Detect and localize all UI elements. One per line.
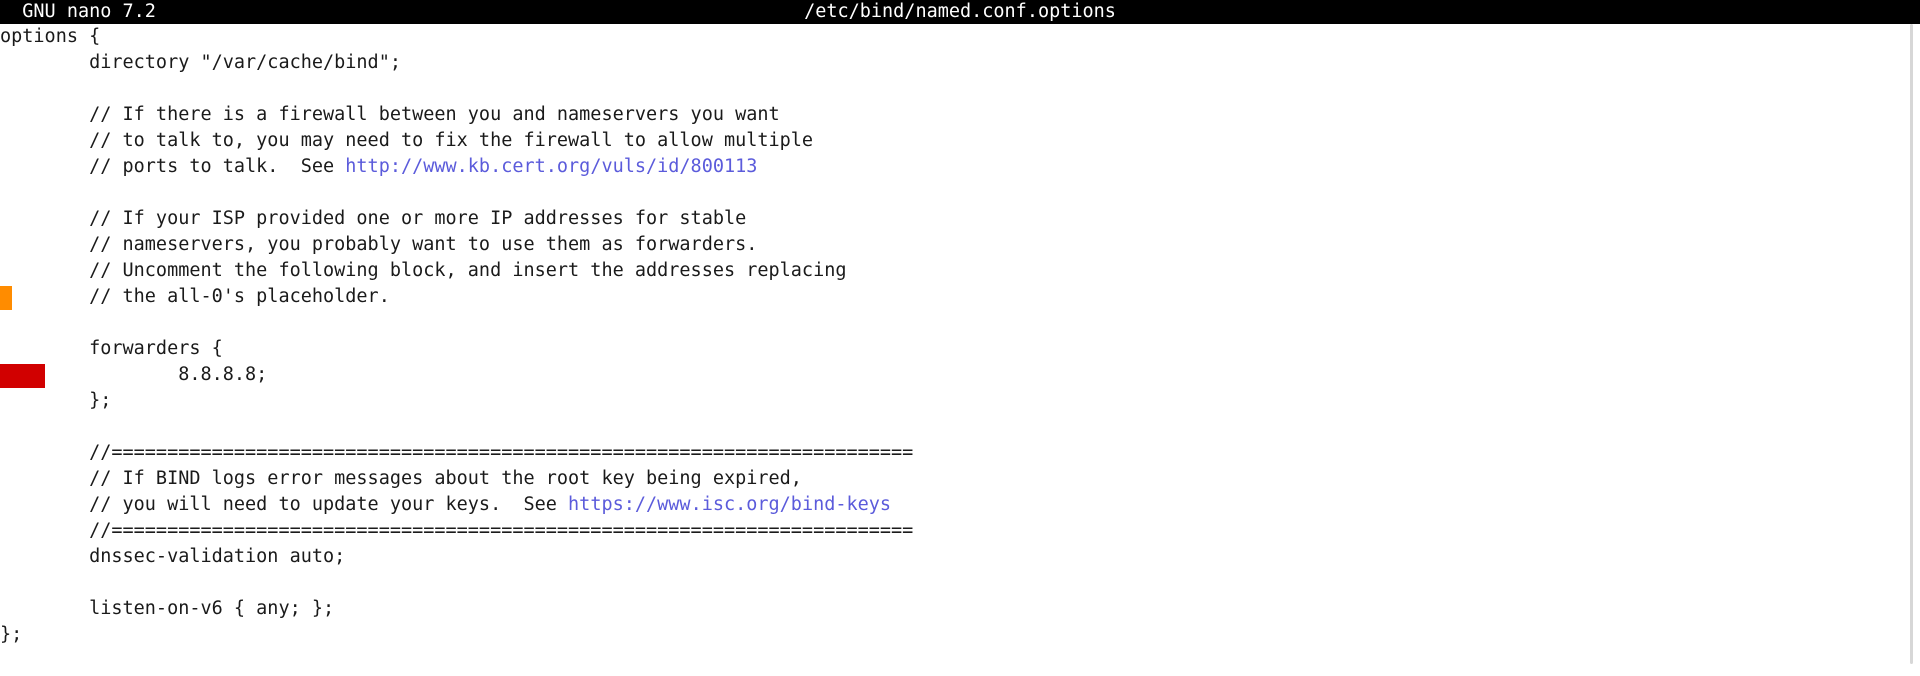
editor-line[interactable]: // If your ISP provided one or more IP a… [0, 206, 1902, 232]
line-text: //======================================… [0, 442, 914, 463]
editor-line[interactable] [0, 76, 1902, 102]
url-link[interactable]: http://www.kb.cert.org/vuls/id/800113 [345, 156, 757, 177]
editor-buffer[interactable]: options { directory "/var/cache/bind"; /… [0, 24, 1902, 676]
line-text: // to talk to, you may need to fix the f… [0, 130, 814, 151]
error-marker [0, 364, 45, 388]
scrollbar[interactable] [1902, 24, 1920, 676]
app-title: GNU nano 7.2 [22, 1, 156, 22]
editor-line[interactable]: // Uncomment the following block, and in… [0, 258, 1902, 284]
scrollbar-thumb[interactable] [1910, 24, 1913, 664]
editor-line[interactable]: }; [0, 622, 1902, 648]
editor-line[interactable]: 8.8.8.8; [0, 362, 1902, 388]
line-text: // If your ISP provided one or more IP a… [0, 208, 747, 229]
line-text: forwarders { [0, 338, 223, 359]
editor-line[interactable] [0, 570, 1902, 596]
line-text: // Uncomment the following block, and in… [0, 260, 847, 281]
url-link[interactable]: https://www.isc.org/bind-keys [568, 494, 891, 515]
editor-line[interactable] [0, 310, 1902, 336]
editor-line[interactable]: // you will need to update your keys. Se… [0, 492, 1902, 518]
editor-line[interactable]: options { [0, 24, 1902, 50]
editor-line[interactable]: // If BIND logs error messages about the… [0, 466, 1902, 492]
title-bar: /etc/bind/named.conf.options GNU nano 7.… [0, 0, 1920, 24]
editor-line[interactable]: }; [0, 388, 1902, 414]
line-text: }; [0, 390, 112, 411]
editor-line[interactable] [0, 414, 1902, 440]
editor-line[interactable]: // nameservers, you probably want to use… [0, 232, 1902, 258]
line-text: dnssec-validation auto; [0, 546, 346, 567]
file-name: /etc/bind/named.conf.options [804, 1, 1116, 22]
app-version: GNU nano 7.2 [0, 0, 156, 24]
line-text: // nameservers, you probably want to use… [0, 234, 758, 255]
editor-line[interactable] [0, 180, 1902, 206]
editor-line[interactable]: directory "/var/cache/bind"; [0, 50, 1902, 76]
editor-line[interactable]: // the all-0's placeholder. [0, 284, 1902, 310]
line-text: listen-on-v6 { any; }; [0, 598, 335, 619]
line-text: }; [0, 624, 23, 645]
cursor-marker [0, 286, 12, 310]
line-text: options { [0, 26, 101, 47]
line-text: // ports to talk. See [0, 156, 346, 177]
editor-line[interactable]: // If there is a firewall between you an… [0, 102, 1902, 128]
editor-line[interactable]: //======================================… [0, 518, 1902, 544]
line-text: //======================================… [0, 520, 914, 541]
line-text: // If BIND logs error messages about the… [0, 468, 802, 489]
line-text: // the all-0's placeholder. [0, 286, 390, 307]
line-text: // If there is a firewall between you an… [0, 104, 780, 125]
editor-line[interactable]: listen-on-v6 { any; }; [0, 596, 1902, 622]
editor-line[interactable]: // ports to talk. See http://www.kb.cert… [0, 154, 1902, 180]
editor-line[interactable]: // to talk to, you may need to fix the f… [0, 128, 1902, 154]
line-text: directory "/var/cache/bind"; [0, 52, 401, 73]
editor-line[interactable]: dnssec-validation auto; [0, 544, 1902, 570]
editor-line[interactable]: forwarders { [0, 336, 1902, 362]
line-text: // you will need to update your keys. Se… [0, 494, 569, 515]
editor-line[interactable]: //======================================… [0, 440, 1902, 466]
